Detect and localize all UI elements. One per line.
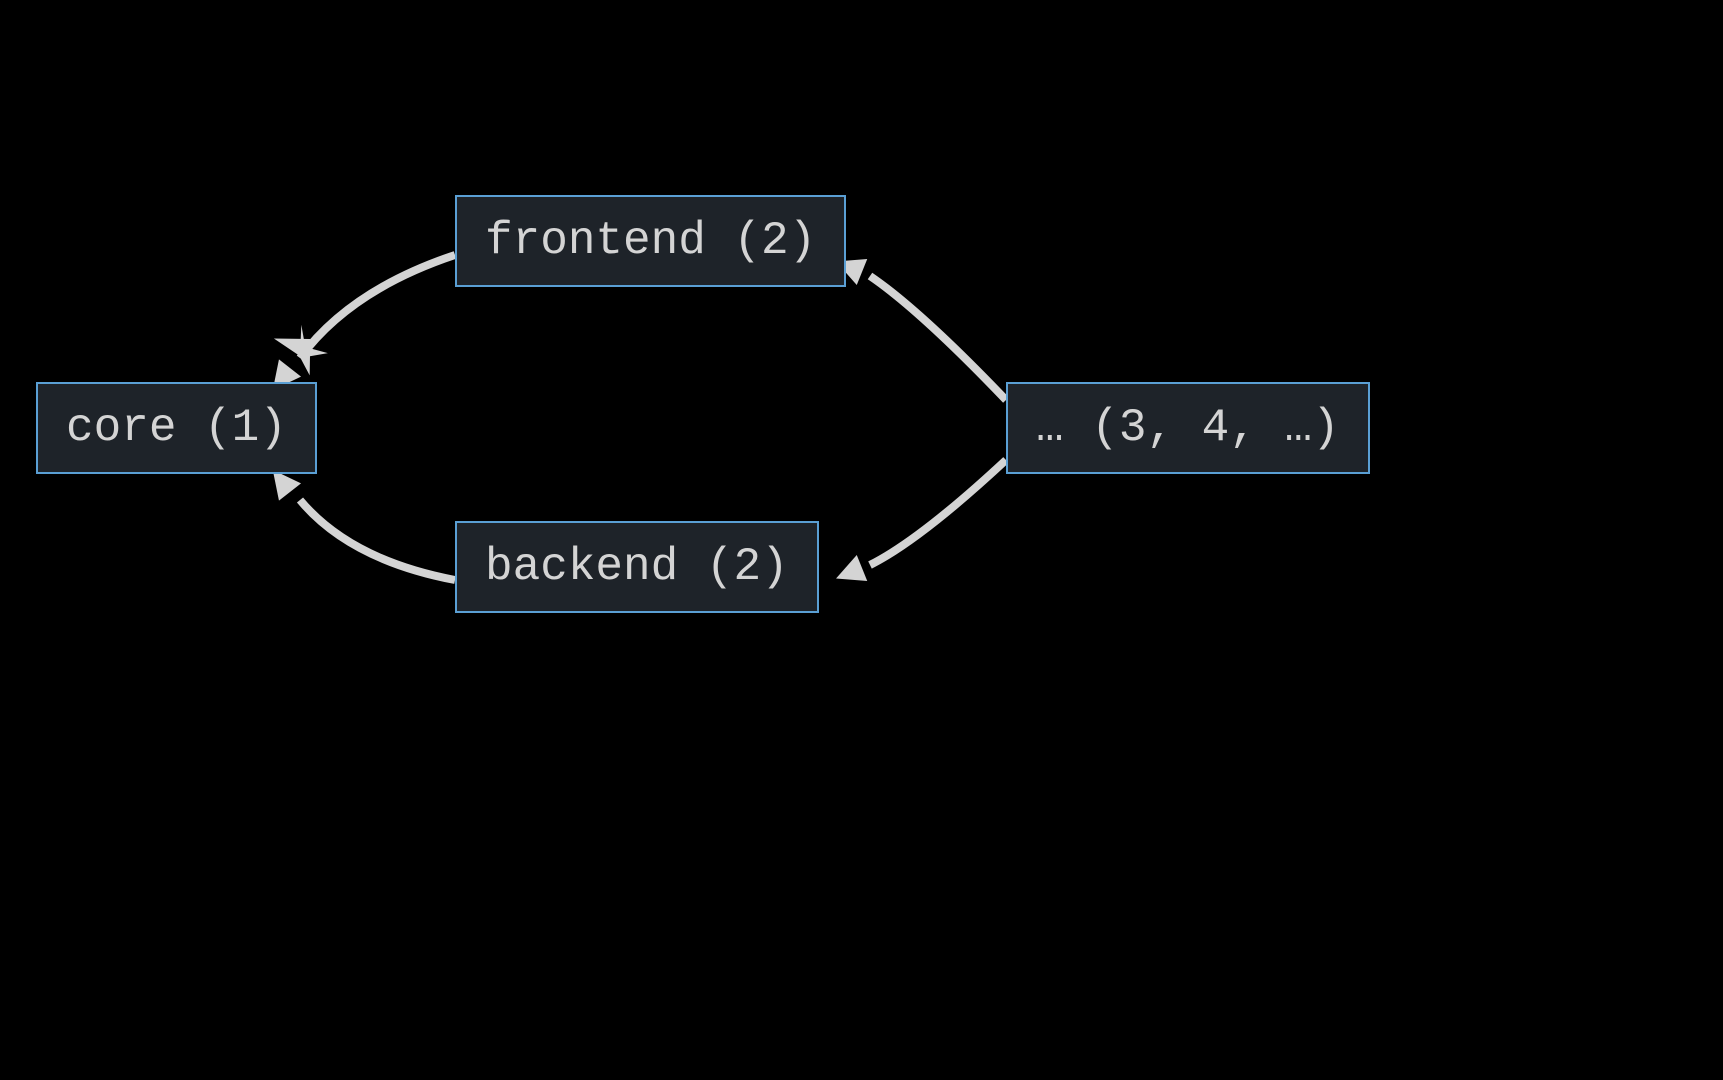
node-label: core (1) bbox=[66, 402, 287, 454]
node-label: backend (2) bbox=[485, 541, 789, 593]
arrowhead-icon bbox=[831, 555, 867, 591]
node-more: … (3, 4, …) bbox=[1006, 382, 1370, 474]
arrows-layer bbox=[0, 0, 1723, 1080]
arrow-more-to-frontend bbox=[870, 276, 1006, 400]
arrow-frontend-to-core bbox=[300, 255, 455, 358]
arrowhead-icon bbox=[288, 332, 330, 370]
node-label: … (3, 4, …) bbox=[1036, 402, 1340, 454]
node-frontend: frontend (2) bbox=[455, 195, 846, 287]
node-backend: backend (2) bbox=[455, 521, 819, 613]
arrow-more-to-backend bbox=[870, 460, 1006, 565]
arrowhead-icon bbox=[274, 329, 319, 382]
node-label: frontend (2) bbox=[485, 215, 816, 267]
arrow-backend-to-core bbox=[300, 500, 455, 580]
arrowhead-icon bbox=[285, 325, 332, 370]
node-core: core (1) bbox=[36, 382, 317, 474]
dependency-diagram: core (1) frontend (2) backend (2) … (3, … bbox=[0, 0, 1723, 1080]
